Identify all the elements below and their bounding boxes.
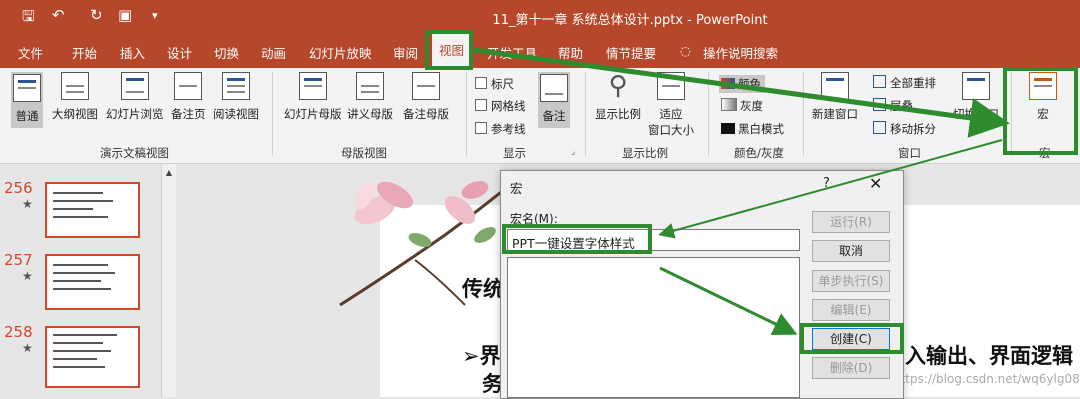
arrow-view-to-macros xyxy=(473,47,1010,138)
arrow-macros-to-name xyxy=(658,139,1003,239)
annotation-arrows xyxy=(473,47,1010,335)
arrow-to-create xyxy=(659,266,798,335)
